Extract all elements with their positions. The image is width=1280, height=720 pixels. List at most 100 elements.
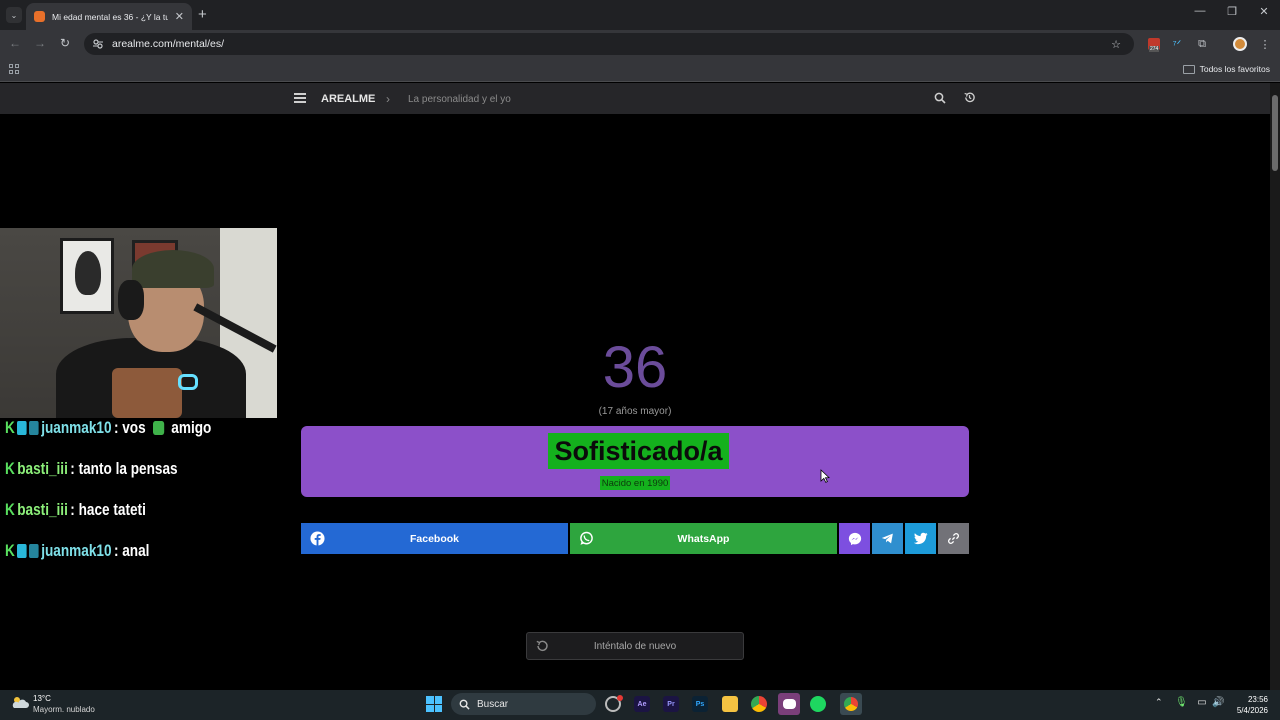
- chrome-app-icon[interactable]: [751, 696, 767, 712]
- facebook-label: Facebook: [409, 532, 459, 545]
- share-twitter-button[interactable]: [905, 523, 936, 554]
- link-icon: [948, 533, 959, 544]
- result-label: Sofisticado/a: [548, 433, 729, 469]
- browser-menu-icon[interactable]: ⋮: [1257, 36, 1273, 52]
- try-again-button[interactable]: Inténtalo de nuevo: [526, 632, 744, 660]
- forward-icon[interactable]: →: [32, 36, 48, 50]
- taskbar-clock[interactable]: 23:56 5/4/2026: [1232, 694, 1268, 716]
- chat-message: K basti_iii : hace tateti: [5, 500, 146, 520]
- url-text: arealme.com/mental/es/: [112, 38, 225, 50]
- discord-app-icon[interactable]: [778, 693, 800, 715]
- weather-condition: Mayorm. nublado: [33, 705, 95, 714]
- chrome-active-app-icon[interactable]: [840, 693, 862, 715]
- weather-temperature: 13°C: [33, 694, 51, 703]
- site-header: [0, 83, 1270, 114]
- whatsapp-icon: [580, 531, 593, 545]
- mental-age-value: 36: [602, 335, 668, 400]
- reload-icon[interactable]: ↻: [57, 36, 73, 50]
- age-difference: (17 años mayor): [598, 406, 672, 417]
- after-effects-app-icon[interactable]: Ae: [634, 696, 650, 712]
- chat-message: K basti_iii : tanto la pensas: [5, 459, 178, 479]
- premiere-app-icon[interactable]: Pr: [663, 696, 679, 712]
- facebook-icon: [310, 531, 325, 546]
- tab-title: Mi edad mental es 36 - ¿Y la tuya?: [52, 11, 168, 22]
- kick-badge-icon: K: [5, 500, 15, 519]
- chat-text: : anal: [113, 541, 150, 560]
- hamburger-menu-icon[interactable]: [294, 93, 306, 105]
- back-icon[interactable]: ←: [7, 36, 23, 50]
- apps-grid-icon[interactable]: [9, 64, 21, 76]
- share-telegram-button[interactable]: [872, 523, 903, 554]
- microphone-icon[interactable]: 🎙: [1175, 697, 1188, 709]
- share-facebook-button[interactable]: Facebook: [301, 523, 568, 554]
- whatsapp-label: WhatsApp: [677, 532, 730, 545]
- chat-username: basti_iii: [17, 500, 68, 519]
- extensions-puzzle-icon[interactable]: ⧉: [1194, 36, 1210, 52]
- address-bar[interactable]: arealme.com/mental/es/: [84, 33, 1134, 55]
- spotify-app-icon[interactable]: [810, 696, 826, 712]
- volume-icon[interactable]: 🔊: [1212, 697, 1224, 709]
- chat-text: : vos: [113, 418, 146, 437]
- all-bookmarks-folder[interactable]: Todos los favoritos: [1182, 64, 1270, 74]
- subscriber-badge-icon: [17, 421, 27, 435]
- file-explorer-app-icon[interactable]: [722, 696, 738, 712]
- taskbar-search[interactable]: Buscar: [451, 693, 596, 715]
- profile-avatar[interactable]: [1232, 36, 1248, 52]
- webcam-overlay: [0, 228, 277, 418]
- try-again-label: Inténtalo de nuevo: [593, 640, 677, 652]
- cloudy-weather-icon[interactable]: [10, 695, 30, 709]
- share-whatsapp-button[interactable]: WhatsApp: [570, 523, 837, 554]
- photoshop-app-icon[interactable]: Ps: [692, 696, 708, 712]
- minimize-icon[interactable]: —: [1188, 5, 1212, 17]
- mouse-cursor-icon: [820, 469, 830, 483]
- chat-message: K juanmak10 : vos amigo: [5, 418, 211, 438]
- clock-date: 5/4/2026: [1236, 706, 1268, 715]
- tab-strip: [0, 0, 1280, 30]
- messenger-icon: [848, 532, 861, 545]
- copy-link-button[interactable]: [938, 523, 969, 554]
- site-favicon: [34, 11, 45, 22]
- site-logo[interactable]: AREALME: [321, 93, 375, 105]
- share-messenger-button[interactable]: [839, 523, 870, 554]
- restore-icon[interactable]: ❐: [1220, 5, 1244, 18]
- active-tab[interactable]: Mi edad mental es 36 - ¿Y la tuya? ✕: [26, 3, 192, 30]
- twitter-icon: [913, 532, 928, 545]
- clock-time: 23:56: [1247, 695, 1268, 704]
- tab-list-button[interactable]: ⌄: [6, 7, 22, 23]
- all-bookmarks-label: Todos los favoritos: [1199, 64, 1270, 74]
- kick-badge-icon: K: [5, 541, 15, 560]
- scrollbar-thumb[interactable]: [1272, 95, 1278, 171]
- chat-text-cont: amigo: [171, 418, 212, 437]
- bookmark-star-icon[interactable]: ☆: [1108, 36, 1124, 52]
- birth-year: Nacido en 1990: [600, 476, 670, 490]
- search-icon: [459, 699, 470, 710]
- chat-message: K juanmak10 : anal: [5, 541, 149, 561]
- new-tab-button[interactable]: +: [198, 6, 207, 23]
- windows-start-icon[interactable]: [426, 696, 442, 712]
- history-icon[interactable]: [963, 91, 976, 104]
- kick-badge-icon: K: [5, 418, 15, 437]
- bookmarks-bar: [0, 58, 1280, 82]
- site-info-icon[interactable]: [92, 38, 104, 50]
- page-scrollbar[interactable]: [1270, 83, 1280, 690]
- chat-text: : tanto la pensas: [70, 459, 178, 478]
- chat-username: juanmak10: [41, 541, 112, 560]
- close-window-icon[interactable]: ✕: [1252, 5, 1276, 18]
- translate-extension-icon[interactable]: ⁷ᐟ: [1169, 36, 1185, 52]
- recording-indicator-icon: [617, 695, 623, 701]
- breadcrumb-link[interactable]: La personalidad y el yo: [408, 94, 511, 105]
- extension-badge: 274: [1149, 46, 1160, 52]
- moderator-badge-icon: [29, 421, 39, 435]
- folder-icon: [1182, 64, 1195, 74]
- tab-close-icon[interactable]: ✕: [175, 10, 184, 23]
- search-icon[interactable]: [934, 92, 946, 104]
- kick-badge-icon: K: [5, 459, 15, 478]
- taskbar-search-placeholder: Buscar: [477, 698, 509, 710]
- chat-username: juanmak10: [41, 418, 112, 437]
- chat-username: basti_iii: [17, 459, 68, 478]
- subscriber-badge-icon: [17, 544, 27, 558]
- network-icon[interactable]: ▭: [1196, 697, 1208, 709]
- emote-icon: [152, 421, 165, 435]
- tray-overflow-chevron-icon[interactable]: ⌃: [1155, 697, 1163, 708]
- retry-icon: [536, 640, 548, 652]
